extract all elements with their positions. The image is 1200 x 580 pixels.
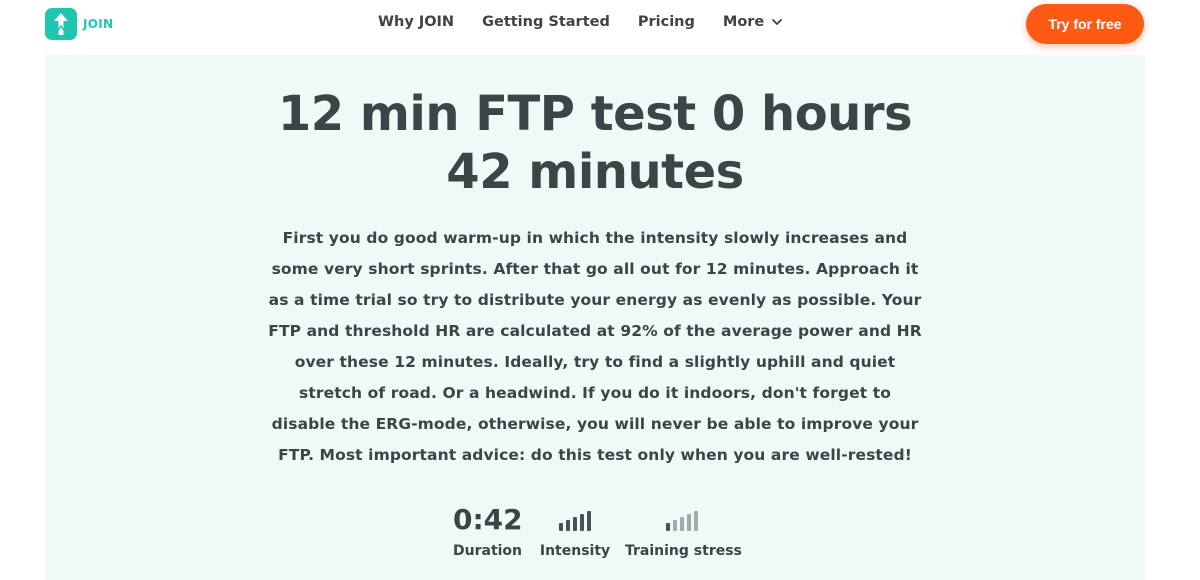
stat-intensity: Intensity (539, 503, 611, 559)
title-line-2: 42 minutes (446, 144, 744, 200)
level-bar (559, 523, 563, 531)
workout-description: First you do good warm-up in which the i… (268, 229, 922, 464)
level-bar (673, 520, 677, 531)
level-bar (694, 511, 698, 531)
title-line-1: 12 min FTP test 0 hours (277, 86, 913, 142)
level-bar (573, 517, 577, 531)
chevron-down-icon (772, 19, 783, 25)
level-bar (680, 517, 684, 531)
arrow-up-logo-icon (45, 8, 77, 40)
nav-pricing[interactable]: Pricing (638, 14, 695, 30)
try-for-free-button[interactable]: Try for free (1026, 4, 1144, 44)
nav-getting-started[interactable]: Getting Started (482, 14, 610, 30)
intensity-label: Intensity (539, 543, 611, 559)
duration-value: 0:42 (453, 503, 523, 536)
top-navigation: JOIN Why JOIN Getting Started Pricing Mo… (0, 0, 1200, 50)
level-bar (666, 523, 670, 531)
intensity-bars-icon (539, 503, 611, 537)
level-bar (580, 514, 584, 531)
training-stress-bars-icon (625, 503, 739, 537)
nav-more-dropdown[interactable]: More (723, 14, 783, 30)
nav-why-join[interactable]: Why JOIN (378, 14, 454, 30)
workout-hero: 12 min FTP test 0 hours 42 minutes First… (45, 55, 1145, 580)
level-bar (587, 511, 591, 531)
brand-name: JOIN (83, 17, 114, 31)
level-bar (566, 520, 570, 531)
nav-more-label: More (722, 14, 765, 30)
level-bar (687, 514, 691, 531)
training-stress-label: Training stress (625, 543, 742, 559)
main-nav: Why JOIN Getting Started Pricing More (378, 14, 783, 30)
brand-logo[interactable]: JOIN (45, 8, 113, 40)
stat-duration: 0:42 Duration (453, 503, 523, 559)
duration-label: Duration (453, 543, 523, 559)
stat-training-stress: Training stress (625, 503, 742, 559)
page-title: 12 min FTP test 0 hours 42 minutes (45, 85, 1145, 201)
